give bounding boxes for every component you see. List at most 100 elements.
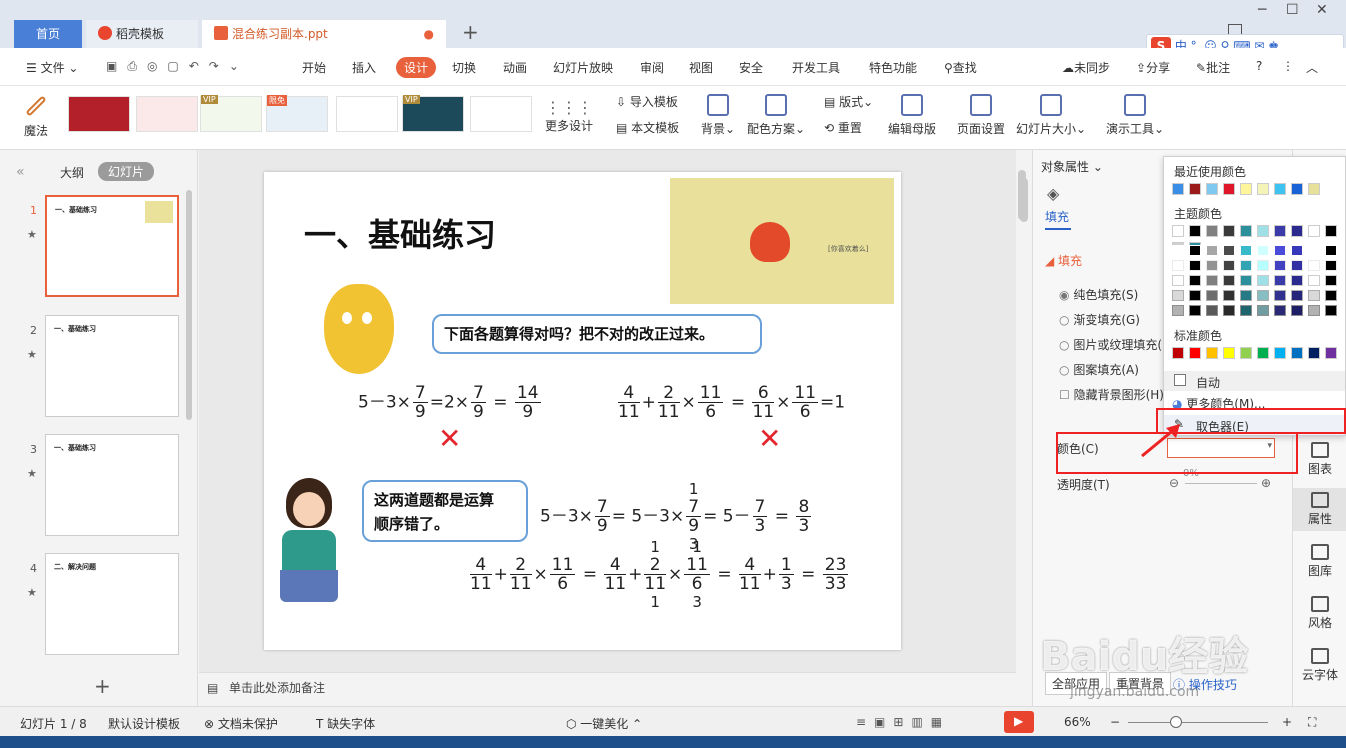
tab-slides[interactable]: 幻灯片 bbox=[98, 162, 155, 181]
cloud-font-tool-button[interactable]: 云字体 bbox=[1293, 648, 1346, 683]
menu-security[interactable]: 安全 bbox=[739, 59, 763, 76]
color-shade-swatch[interactable] bbox=[1206, 290, 1218, 301]
color-shade-swatch[interactable] bbox=[1257, 275, 1269, 286]
color-shade-swatch[interactable] bbox=[1189, 275, 1201, 286]
color-swatch[interactable] bbox=[1240, 183, 1252, 195]
color-scheme-button[interactable]: 配色方案⌄ bbox=[744, 94, 808, 137]
color-swatch[interactable] bbox=[1325, 347, 1337, 359]
more-design-button[interactable]: ⋮⋮⋮ 更多设计 bbox=[540, 98, 598, 134]
color-swatch[interactable] bbox=[1274, 225, 1286, 237]
scrollbar[interactable] bbox=[186, 190, 192, 420]
color-swatch[interactable] bbox=[1274, 347, 1286, 359]
color-swatch[interactable] bbox=[1308, 347, 1320, 359]
color-swatch[interactable] bbox=[1291, 347, 1303, 359]
color-swatch[interactable] bbox=[1240, 347, 1252, 359]
color-shade-swatch[interactable] bbox=[1274, 245, 1286, 256]
color-shade-swatch[interactable] bbox=[1291, 305, 1303, 316]
cartoon-picture[interactable]: [你喜欢着么] bbox=[670, 178, 894, 304]
color-swatch[interactable] bbox=[1274, 183, 1286, 195]
color-swatch[interactable] bbox=[1223, 225, 1235, 237]
design-template-status[interactable]: 默认设计模板 bbox=[108, 715, 180, 732]
color-shade-swatch[interactable] bbox=[1240, 245, 1252, 256]
color-shade-swatch[interactable] bbox=[1206, 260, 1218, 271]
design-thumbnail[interactable] bbox=[136, 96, 198, 132]
slide-heading[interactable]: 一、基础练习 bbox=[304, 210, 496, 256]
slide-thumbnail-4[interactable]: 二、解决问题 bbox=[45, 553, 179, 655]
color-swatch[interactable] bbox=[1257, 347, 1269, 359]
color-shade-swatch[interactable] bbox=[1172, 275, 1184, 286]
color-shade-swatch[interactable] bbox=[1257, 245, 1269, 256]
color-swatch[interactable] bbox=[1257, 225, 1269, 237]
menu-developer[interactable]: 开发工具 bbox=[792, 59, 840, 76]
radio-gradient-fill[interactable]: ○ 渐变填充(G) bbox=[1059, 311, 1140, 328]
edit-master-button[interactable]: 编辑母版 bbox=[886, 94, 938, 137]
help-icon[interactable]: ? bbox=[1256, 59, 1262, 73]
notes-pane[interactable]: ▤ 单击此处添加备注 bbox=[199, 672, 1016, 706]
design-thumbnail[interactable] bbox=[68, 96, 130, 132]
color-shade-swatch[interactable] bbox=[1206, 275, 1218, 286]
properties-tool-button[interactable]: 属性 bbox=[1293, 488, 1346, 531]
slide-size-button[interactable]: 幻灯片大小⌄ bbox=[1014, 94, 1088, 137]
menu-review[interactable]: 审阅 bbox=[640, 59, 664, 76]
color-shade-swatch[interactable] bbox=[1308, 305, 1320, 316]
color-swatch[interactable] bbox=[1206, 225, 1218, 237]
color-shade-swatch[interactable] bbox=[1240, 275, 1252, 286]
color-shade-swatch[interactable] bbox=[1240, 305, 1252, 316]
maximize-button[interactable]: ☐ bbox=[1286, 2, 1299, 18]
color-shade-swatch[interactable] bbox=[1189, 305, 1201, 316]
color-swatch[interactable] bbox=[1291, 183, 1303, 195]
tab-docer-template[interactable]: 稻壳模板 bbox=[86, 20, 198, 48]
fill-section-header[interactable]: ◢ 填充 bbox=[1045, 252, 1082, 269]
design-thumbnail[interactable] bbox=[336, 96, 398, 132]
protect-status[interactable]: ⊗ 文档未保护 bbox=[204, 715, 278, 732]
color-shade-swatch[interactable] bbox=[1223, 260, 1235, 271]
add-slide-button[interactable]: + bbox=[94, 674, 111, 698]
color-shade-swatch[interactable] bbox=[1325, 305, 1337, 316]
color-shade-swatch[interactable] bbox=[1189, 290, 1201, 301]
color-shade-swatch[interactable] bbox=[1223, 290, 1235, 301]
panel-title[interactable]: 对象属性 ⌄ bbox=[1041, 158, 1103, 175]
close-button[interactable]: ✕ bbox=[1316, 2, 1328, 18]
slide[interactable]: 一、基础练习 [你喜欢着么] 下面各题算得对吗？把不对的改正过来。 5－3× 7 9… bbox=[264, 172, 901, 650]
collapse-panel-icon[interactable]: « bbox=[16, 164, 25, 180]
auto-color-item[interactable]: 自动 bbox=[1164, 371, 1345, 391]
radio-solid-fill[interactable]: ◉ 纯色填充(S) bbox=[1059, 286, 1138, 303]
color-swatch[interactable] bbox=[1172, 347, 1184, 359]
play-slideshow-button[interactable]: ▶ bbox=[1004, 711, 1034, 733]
tab-fill[interactable]: 填充 bbox=[1045, 208, 1069, 225]
color-shade-swatch[interactable] bbox=[1325, 275, 1337, 286]
tab-document[interactable]: 混合练习副本.ppt ● bbox=[202, 20, 446, 48]
menu-transition[interactable]: 切换 bbox=[452, 59, 476, 76]
color-shade-swatch[interactable] bbox=[1274, 275, 1286, 286]
color-shade-swatch[interactable] bbox=[1206, 305, 1218, 316]
answer-bubble[interactable]: 这两道题都是运算 顺序错了。 bbox=[362, 480, 528, 542]
color-shade-swatch[interactable] bbox=[1189, 260, 1201, 271]
color-swatch[interactable] bbox=[1308, 225, 1320, 237]
color-shade-swatch[interactable] bbox=[1325, 260, 1337, 271]
new-tab-button[interactable]: + bbox=[462, 20, 479, 44]
fit-window-icon[interactable]: ⛶ bbox=[1308, 715, 1316, 730]
color-shade-swatch[interactable] bbox=[1257, 290, 1269, 301]
color-swatch[interactable] bbox=[1308, 183, 1320, 195]
color-swatch[interactable] bbox=[1172, 225, 1184, 237]
equation-4[interactable]: 4 11 +2 11 × 11 6 = 4 11 +1 2 11 1 × 1 11 6 3 = 4 11 +1 3 =… bbox=[468, 538, 850, 611]
collapse-ribbon-icon[interactable]: ︿ bbox=[1306, 59, 1318, 76]
color-shade-swatch[interactable] bbox=[1189, 245, 1201, 256]
zoom-out-button[interactable]: − bbox=[1110, 715, 1120, 729]
color-shade-swatch[interactable] bbox=[1274, 260, 1286, 271]
color-swatch[interactable] bbox=[1189, 183, 1201, 195]
color-shade-swatch[interactable] bbox=[1291, 275, 1303, 286]
background-button[interactable]: 背景⌄ bbox=[698, 94, 738, 137]
color-shade-swatch[interactable] bbox=[1240, 260, 1252, 271]
radio-picture-fill[interactable]: ○ 图片或纹理填充( bbox=[1059, 336, 1162, 353]
color-swatch[interactable] bbox=[1189, 225, 1201, 237]
color-shade-swatch[interactable] bbox=[1223, 275, 1235, 286]
color-swatch[interactable] bbox=[1223, 183, 1235, 195]
sync-status[interactable]: ☁未同步 bbox=[1062, 59, 1110, 76]
hide-bg-checkbox[interactable]: ☐ 隐藏背景图形(H) bbox=[1059, 386, 1164, 403]
panel-scrollbar[interactable] bbox=[1018, 170, 1028, 620]
import-template-button[interactable]: ⇩ 导入模板 bbox=[616, 93, 678, 110]
color-shade-swatch[interactable] bbox=[1172, 305, 1184, 316]
color-shade-swatch[interactable] bbox=[1172, 245, 1184, 256]
minimize-button[interactable]: ─ bbox=[1258, 2, 1266, 18]
